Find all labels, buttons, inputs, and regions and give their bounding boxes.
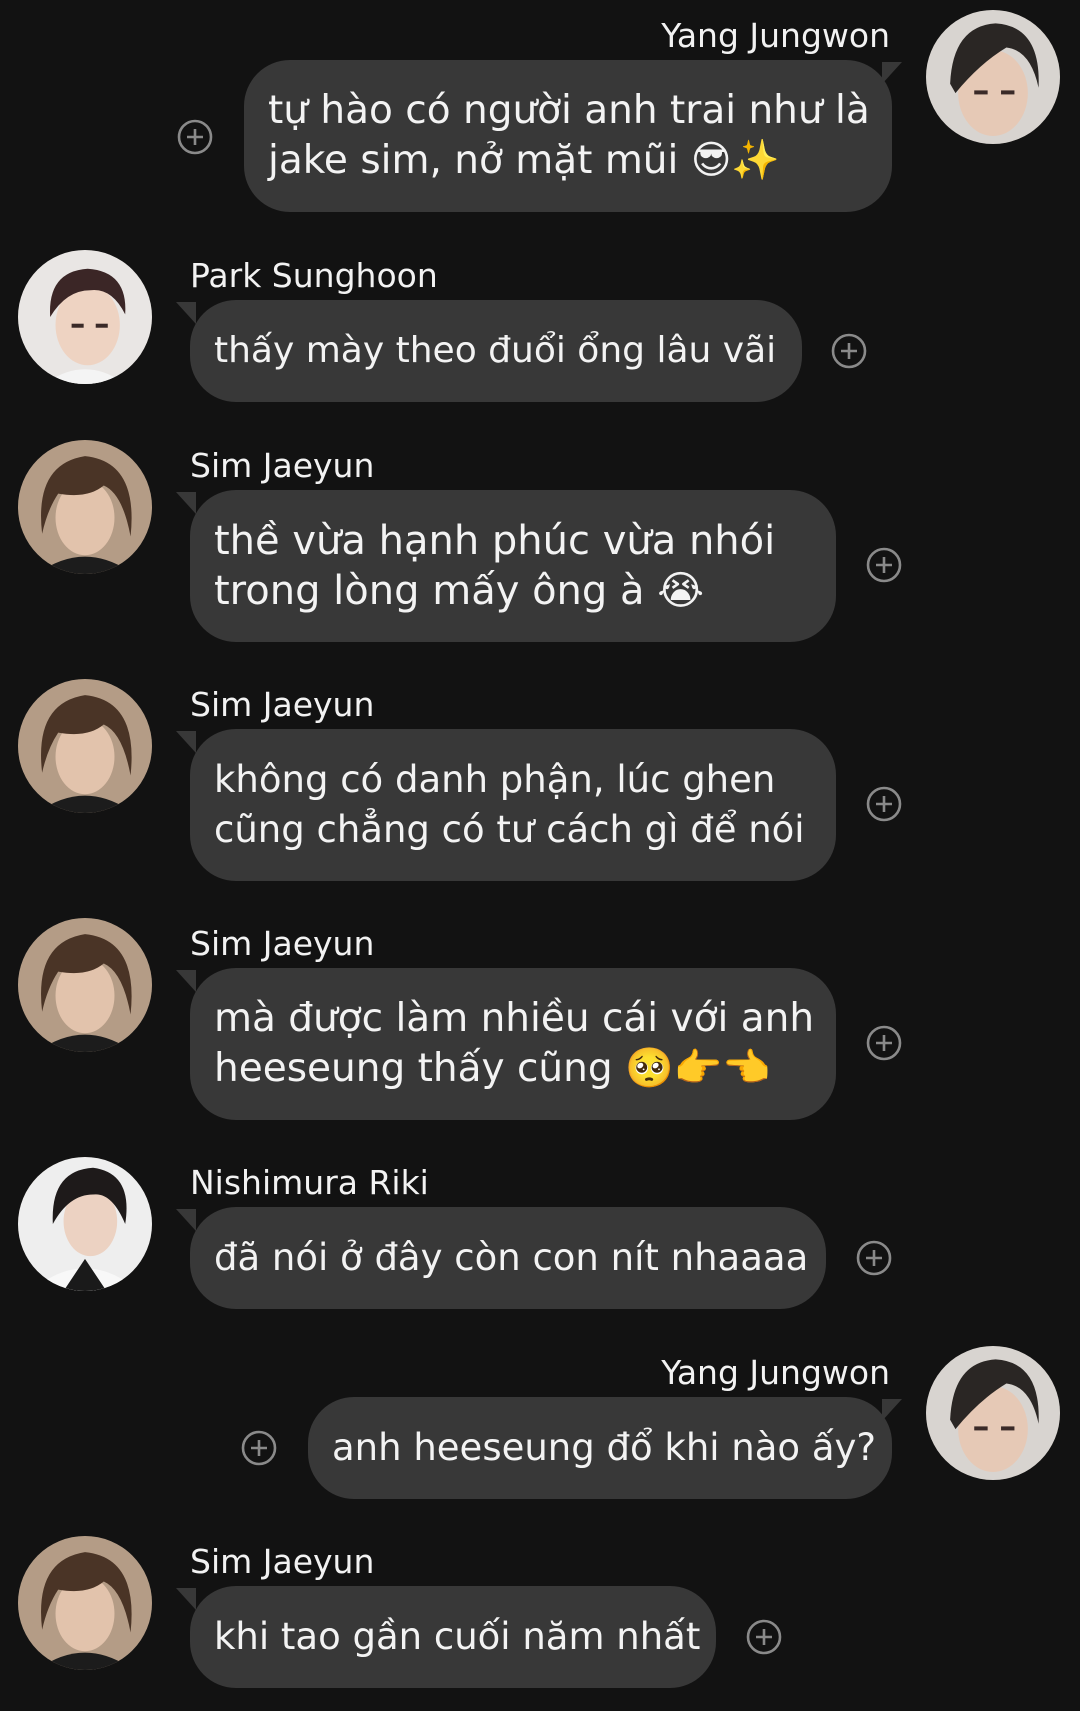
add-reaction-icon[interactable] (865, 1024, 903, 1062)
sender-name: Park Sunghoon (190, 256, 438, 295)
sender-name: Sim Jaeyun (190, 924, 375, 963)
message-text: anh heeseung đổ khi nào ấy? (332, 1426, 877, 1469)
add-reaction-icon[interactable] (830, 332, 868, 370)
avatar[interactable] (926, 10, 1060, 144)
message-text: khi tao gần cuối năm nhất (214, 1615, 701, 1658)
message-text: mà được làm nhiều cái với anh (214, 996, 815, 1041)
avatar[interactable] (18, 1157, 152, 1291)
sender-name: Sim Jaeyun (190, 685, 375, 724)
avatar[interactable] (18, 679, 152, 813)
add-reaction-icon[interactable] (855, 1239, 893, 1277)
avatar[interactable] (18, 1536, 152, 1670)
message-text: không có danh phận, lúc ghen (214, 758, 776, 801)
bubble-tail (882, 62, 902, 84)
message-text: tự hào có người anh trai như là (268, 88, 870, 133)
avatar[interactable] (18, 250, 152, 384)
sender-name: Yang Jungwon (661, 1353, 890, 1392)
avatar[interactable] (18, 918, 152, 1052)
chat-thread: Yang Jungwon tự hào có người anh trai nh… (0, 0, 1080, 1711)
message-bubble[interactable]: thấy mày theo đuổi ổng lâu vãi (190, 300, 802, 402)
message-bubble[interactable]: thề vừa hạnh phúc vừa nhói trong lòng mấ… (190, 490, 836, 642)
add-reaction-icon[interactable] (240, 1429, 278, 1467)
bubble-tail (176, 1588, 196, 1610)
message-bubble[interactable]: khi tao gần cuối năm nhất (190, 1586, 716, 1688)
bubble-tail (176, 731, 196, 753)
sender-name: Nishimura Riki (190, 1163, 429, 1202)
message-bubble[interactable]: tự hào có người anh trai như là jake sim… (244, 60, 892, 212)
message-text: heeseung thấy cũng 🥺👉👈 (214, 1046, 771, 1091)
message-bubble[interactable]: không có danh phận, lúc ghen cũng chẳng … (190, 729, 836, 881)
add-reaction-icon[interactable] (745, 1618, 783, 1656)
bubble-tail (176, 1209, 196, 1231)
sender-name: Yang Jungwon (661, 16, 890, 55)
message-text: đã nói ở đây còn con nít nhaaaa (214, 1236, 809, 1279)
message-text: thề vừa hạnh phúc vừa nhói (214, 518, 776, 564)
sender-name: Sim Jaeyun (190, 446, 375, 485)
sender-name: Sim Jaeyun (190, 1542, 375, 1581)
message-bubble[interactable]: mà được làm nhiều cái với anh heeseung t… (190, 968, 836, 1120)
add-reaction-icon[interactable] (176, 118, 214, 156)
message-text: thấy mày theo đuổi ổng lâu vãi (214, 330, 777, 371)
add-reaction-icon[interactable] (865, 785, 903, 823)
avatar[interactable] (18, 440, 152, 574)
avatar[interactable] (926, 1346, 1060, 1480)
message-bubble[interactable]: đã nói ở đây còn con nít nhaaaa (190, 1207, 826, 1309)
message-text: cũng chẳng có tư cách gì để nói (214, 808, 805, 851)
message-text: jake sim, nở mặt mũi 😎✨ (268, 138, 780, 183)
bubble-tail (176, 492, 196, 514)
add-reaction-icon[interactable] (865, 546, 903, 584)
bubble-tail (176, 970, 196, 992)
message-text: trong lòng mấy ông à 😭 (214, 568, 704, 614)
message-bubble[interactable]: anh heeseung đổ khi nào ấy? (308, 1397, 892, 1499)
bubble-tail (176, 302, 196, 324)
bubble-tail (882, 1399, 902, 1421)
